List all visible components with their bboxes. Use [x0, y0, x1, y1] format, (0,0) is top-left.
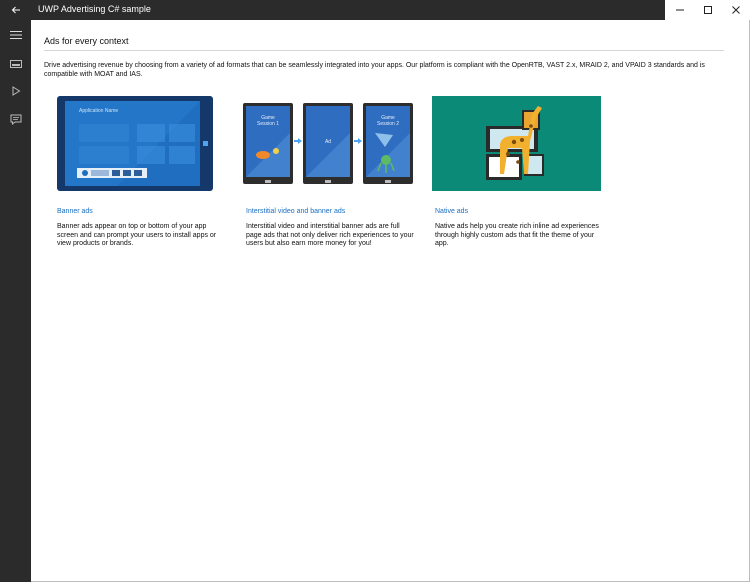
- native-ads-link[interactable]: Native ads: [435, 208, 468, 215]
- window-title: UWP Advertising C# sample: [38, 4, 151, 14]
- maximize-icon: [704, 6, 712, 14]
- message-icon: [10, 114, 21, 125]
- banner-ads-description: Banner ads appear on top or bottom of yo…: [57, 223, 217, 247]
- interstitial-ads-description: Interstitial video and interstitial bann…: [246, 223, 414, 247]
- divider: [44, 50, 724, 51]
- play-icon: [12, 86, 20, 96]
- minimize-icon: [676, 9, 684, 11]
- native-ads-description: Native ads help you create rich inline a…: [435, 223, 599, 247]
- page-title: Ads for every context: [44, 36, 129, 46]
- banner-icon: [9, 60, 22, 68]
- nav-banner-button[interactable]: [0, 53, 31, 75]
- nav-native-button[interactable]: [0, 108, 31, 130]
- screen-label-game-session-2: Game Session 2: [377, 115, 399, 127]
- interstitial-ads-link[interactable]: Interstitial video and banner ads: [246, 208, 345, 215]
- close-button[interactable]: [722, 0, 750, 20]
- banner-image-app-name: Application Name: [79, 108, 119, 114]
- maximize-button[interactable]: [694, 0, 722, 20]
- hamburger-icon: [9, 31, 22, 39]
- close-icon: [732, 6, 740, 14]
- nav-video-button[interactable]: [0, 80, 31, 102]
- screen-label-ad: Ad: [324, 139, 332, 145]
- hamburger-menu-button[interactable]: [0, 24, 31, 46]
- banner-ads-link[interactable]: Banner ads: [57, 208, 93, 215]
- title-bar: UWP Advertising C# sample: [0, 0, 750, 20]
- banner-ads-image: Application Name: [57, 96, 213, 191]
- minimize-button[interactable]: [666, 0, 694, 20]
- intro-text: Drive advertising revenue by choosing fr…: [44, 62, 705, 78]
- native-ads-image: [432, 96, 601, 191]
- interstitial-ads-image: Game Session 1 Ad Game Session 2: [243, 103, 413, 192]
- navigation-rail: [0, 20, 31, 582]
- main-content: Ads for every context Drive advertising …: [31, 20, 750, 582]
- back-button[interactable]: [0, 0, 31, 20]
- caption-buttons: [666, 0, 750, 20]
- back-arrow-icon: [11, 6, 20, 14]
- screen-label-game-session-1: Game Session 1: [257, 115, 279, 127]
